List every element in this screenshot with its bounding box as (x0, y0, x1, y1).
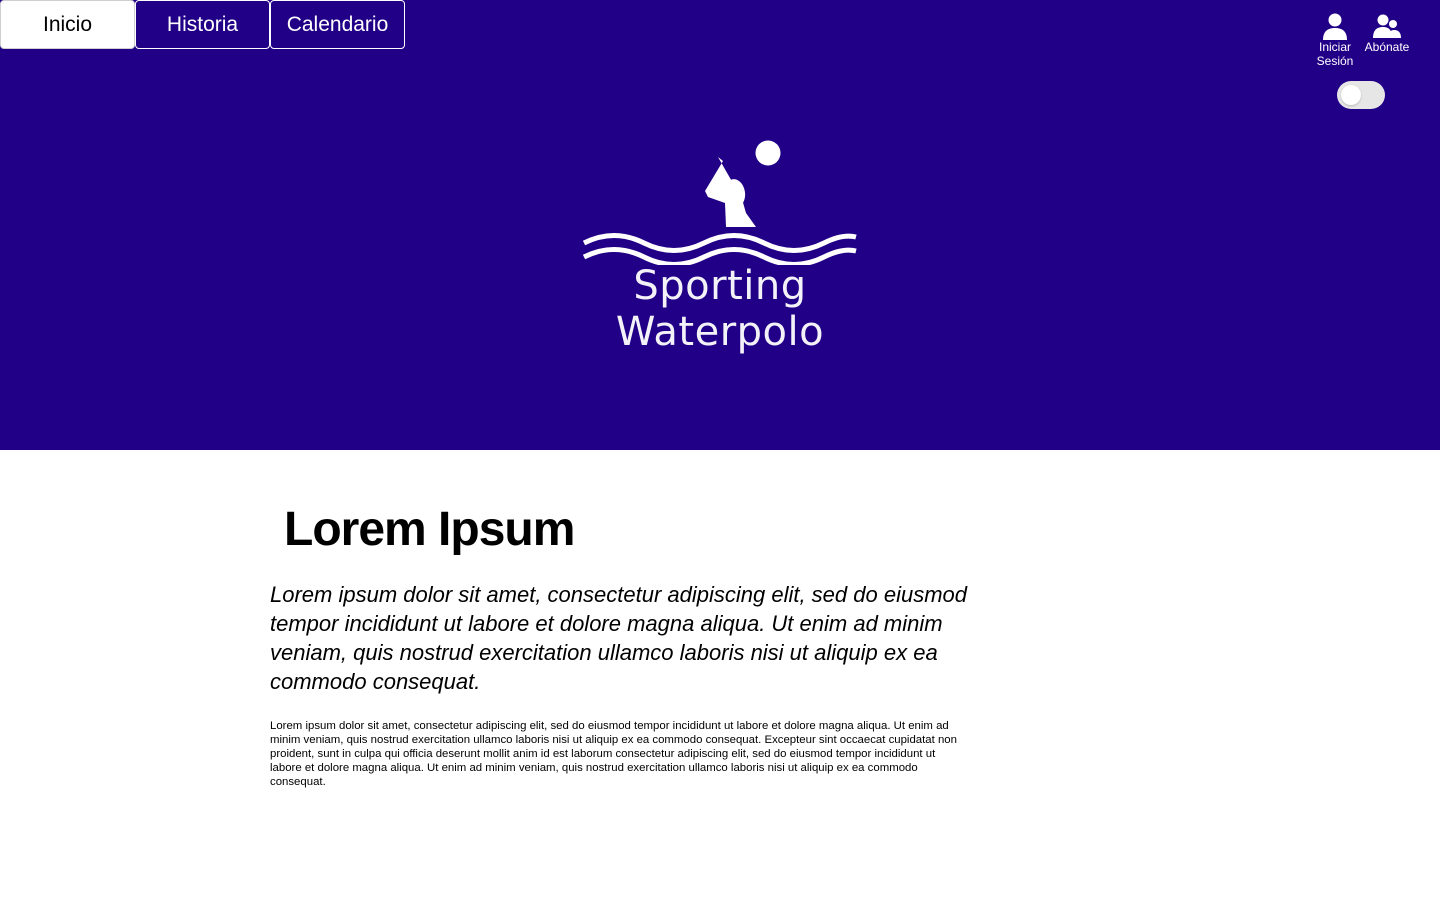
tab-inicio[interactable]: Inicio (0, 0, 135, 49)
login-label: Iniciar Sesión (1316, 40, 1354, 68)
login-button[interactable]: Iniciar Sesión (1312, 12, 1358, 68)
tab-calendario[interactable]: Calendario (270, 0, 405, 49)
user-icon (1323, 13, 1347, 40)
users-icon (1373, 14, 1401, 38)
lead-paragraph: Lorem ipsum dolor sit amet, consectetur … (270, 582, 968, 694)
main-nav: Inicio Historia Calendario (0, 0, 405, 49)
logo-text: Sporting Waterpolo (615, 263, 825, 355)
tab-historia[interactable]: Historia (135, 0, 270, 49)
toggle-knob (1341, 85, 1361, 105)
page-title: Lorem Ipsum (284, 503, 575, 556)
waterpolo-swimmer-icon (582, 140, 857, 267)
article: Lorem Ipsum Lorem ipsum dolor sit amet, … (270, 500, 970, 789)
subscribe-button[interactable]: Abónate (1364, 12, 1410, 68)
body-paragraph: Lorem ipsum dolor sit amet, consectetur … (270, 720, 957, 788)
theme-toggle[interactable] (1337, 81, 1385, 109)
club-logo: Sporting Waterpolo (530, 135, 910, 355)
user-actions: Iniciar Sesión Abónate (1312, 12, 1410, 68)
subscribe-label: Abónate (1364, 40, 1410, 54)
hero-banner: Inicio Historia Calendario Iniciar Sesió… (0, 0, 1440, 450)
